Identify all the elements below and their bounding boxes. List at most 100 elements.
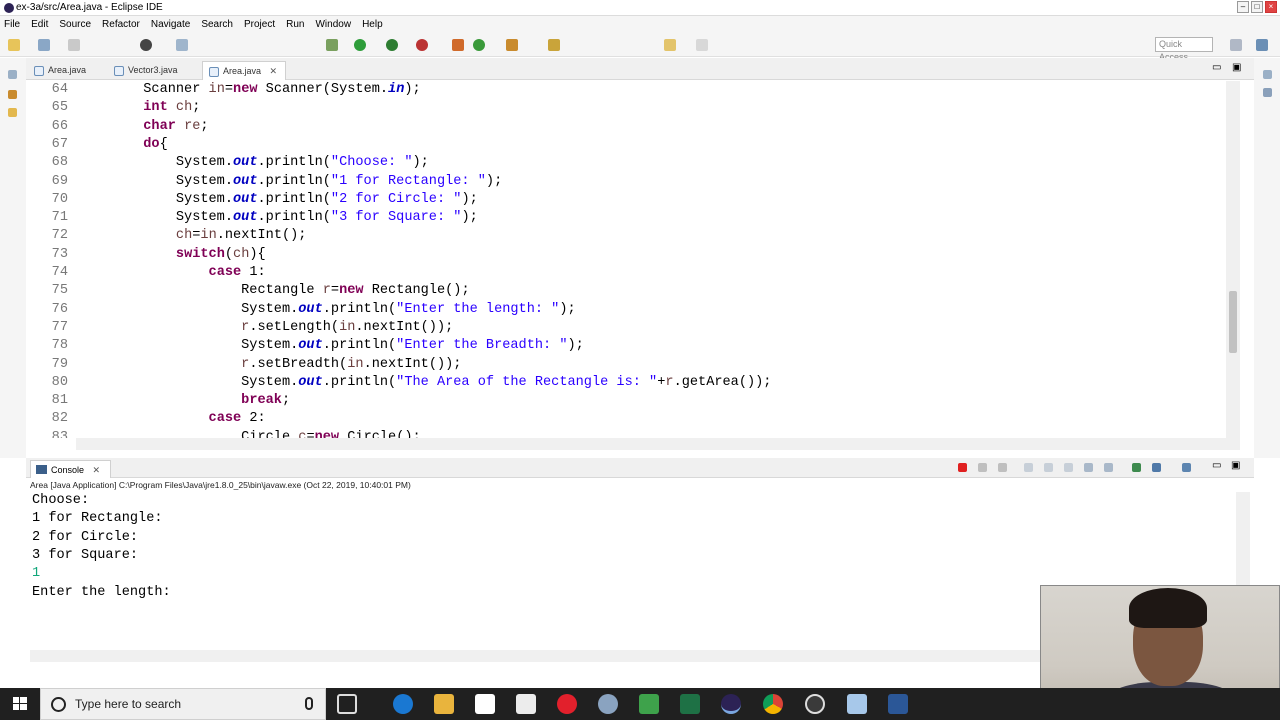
menu-project[interactable]: Project (244, 16, 275, 33)
android-studio-icon[interactable] (639, 694, 659, 714)
debug-icon[interactable] (140, 39, 152, 51)
code-line[interactable]: 73 switch(ch){ (26, 246, 1226, 264)
type-hierarchy-icon[interactable] (8, 108, 17, 117)
editor-minimize-icon[interactable]: ▭ (1212, 62, 1221, 73)
eclipse-taskbar-icon[interactable] (721, 694, 741, 714)
code-text[interactable]: r.setBreadth(in.nextInt()); (78, 356, 461, 374)
code-text[interactable]: System.out.println("3 for Square: "); (78, 209, 478, 227)
word-icon[interactable] (888, 694, 908, 714)
remove-all-icon[interactable] (998, 463, 1007, 472)
maximize-button[interactable]: □ (1251, 1, 1263, 13)
menu-run[interactable]: Run (286, 16, 304, 33)
pin-console-icon[interactable] (1132, 463, 1141, 472)
console-minimize-icon[interactable]: ▭ (1212, 460, 1221, 471)
code-line[interactable]: 70 System.out.println("2 for Circle: "); (26, 191, 1226, 209)
mail-icon[interactable] (516, 694, 536, 714)
menu-refactor[interactable]: Refactor (102, 16, 140, 33)
outline-restore-icon[interactable] (1263, 70, 1272, 79)
close-tab-icon[interactable]: ✕ (270, 66, 278, 76)
code-text[interactable]: ch=in.nextInt(); (78, 227, 307, 245)
menu-source[interactable]: Source (59, 16, 91, 33)
code-text[interactable]: switch(ch){ (78, 246, 266, 264)
scroll-lock-icon[interactable] (1044, 463, 1053, 472)
code-line[interactable]: 76 System.out.println("Enter the length:… (26, 301, 1226, 319)
code-line[interactable]: 78 System.out.println("Enter the Breadth… (26, 337, 1226, 355)
code-line[interactable]: 65 int ch; (26, 99, 1226, 117)
code-text[interactable]: int ch; (78, 99, 200, 117)
code-text[interactable]: System.out.println("2 for Circle: "); (78, 191, 478, 209)
restore-icon[interactable] (8, 70, 17, 79)
run-icon[interactable] (354, 39, 366, 51)
code-line[interactable]: 75 Rectangle r=new Rectangle(); (26, 282, 1226, 300)
code-line[interactable]: 81 break; (26, 392, 1226, 410)
new-icon[interactable] (8, 39, 20, 51)
close-button[interactable]: × (1265, 1, 1277, 13)
terminate-icon[interactable] (958, 463, 967, 472)
code-text[interactable]: System.out.println("Choose: "); (78, 154, 429, 172)
remove-launch-icon[interactable] (978, 463, 987, 472)
code-line[interactable]: 82 case 2: (26, 410, 1226, 428)
step-icon[interactable] (326, 39, 338, 51)
package-explorer-icon[interactable] (8, 90, 17, 99)
tab-area-java-1[interactable]: Area.java (28, 61, 94, 80)
code-text[interactable]: System.out.println("Enter the length: ")… (78, 301, 576, 319)
coverage-icon[interactable] (386, 39, 398, 51)
microphone-icon[interactable] (305, 697, 313, 710)
menu-file[interactable]: File (4, 16, 20, 33)
minimize-button[interactable]: – (1237, 1, 1249, 13)
new-class-icon[interactable] (473, 39, 485, 51)
menu-edit[interactable]: Edit (31, 16, 48, 33)
console-maximize-icon[interactable]: ▣ (1231, 460, 1240, 471)
quick-access-input[interactable]: Quick Access (1155, 37, 1213, 62)
clear-console-icon[interactable] (1024, 463, 1033, 472)
chrome-icon[interactable] (763, 694, 783, 714)
code-text[interactable]: Scanner in=new Scanner(System.in); (78, 81, 420, 99)
tab-area-java-active[interactable]: Area.java ✕ (202, 61, 287, 80)
code-editor[interactable]: 64 Scanner in=new Scanner(System.in); 65 … (26, 81, 1226, 438)
java-perspective-icon[interactable] (1256, 39, 1268, 51)
editor-horizontal-scrollbar[interactable] (76, 438, 1240, 450)
code-text[interactable]: System.out.println("1 for Rectangle: "); (78, 173, 502, 191)
open-type-icon[interactable] (506, 39, 518, 51)
forward-icon[interactable] (696, 39, 708, 51)
save-icon[interactable] (38, 39, 50, 51)
code-text[interactable]: Rectangle r=new Rectangle(); (78, 282, 469, 300)
code-text[interactable]: case 1: (78, 264, 266, 282)
code-line[interactable]: 67 do{ (26, 136, 1226, 154)
code-text[interactable]: System.out.println("The Area of the Rect… (78, 374, 771, 392)
show-stderr-icon[interactable] (1104, 463, 1113, 472)
tab-console[interactable]: Console ✕ (30, 460, 112, 478)
code-line[interactable]: 79 r.setBreadth(in.nextInt()); (26, 356, 1226, 374)
editor-maximize-icon[interactable]: ▣ (1232, 62, 1241, 73)
word-wrap-icon[interactable] (1064, 463, 1073, 472)
code-text[interactable]: case 2: (78, 410, 266, 428)
code-text[interactable]: char re; (78, 118, 208, 136)
code-line[interactable]: 66 char re; (26, 118, 1226, 136)
obs-icon[interactable] (805, 694, 825, 714)
code-line[interactable]: 72 ch=in.nextInt(); (26, 227, 1226, 245)
task-view-icon[interactable] (337, 694, 357, 714)
code-text[interactable]: break; (78, 392, 290, 410)
open-console-icon[interactable] (1182, 463, 1191, 472)
display-console-icon[interactable] (1152, 463, 1161, 472)
code-text[interactable]: do{ (78, 136, 168, 154)
code-text[interactable]: System.out.println("Enter the Breadth: "… (78, 337, 584, 355)
code-line[interactable]: 71 System.out.println("3 for Square: "); (26, 209, 1226, 227)
new-java-project-icon[interactable] (452, 39, 464, 51)
outline-icon[interactable] (1263, 88, 1272, 97)
code-line[interactable]: 64 Scanner in=new Scanner(System.in); (26, 81, 1226, 99)
skip-breakpoints-icon[interactable] (176, 39, 188, 51)
code-line[interactable]: 77 r.setLength(in.nextInt()); (26, 319, 1226, 337)
search-toolbar-icon[interactable] (548, 39, 560, 51)
code-line[interactable]: 83 Circle c=new Circle(); (26, 429, 1226, 438)
menu-navigate[interactable]: Navigate (151, 16, 190, 33)
back-icon[interactable] (664, 39, 676, 51)
notepad-icon[interactable] (847, 694, 867, 714)
menu-window[interactable]: Window (315, 16, 351, 33)
external-tools-icon[interactable] (416, 39, 428, 51)
tab-vector3-java[interactable]: Vector3.java (108, 61, 186, 80)
code-text[interactable]: r.setLength(in.nextInt()); (78, 319, 453, 337)
store-icon[interactable] (475, 694, 495, 714)
code-line[interactable]: 80 System.out.println("The Area of the R… (26, 374, 1226, 392)
start-button[interactable] (0, 688, 40, 720)
